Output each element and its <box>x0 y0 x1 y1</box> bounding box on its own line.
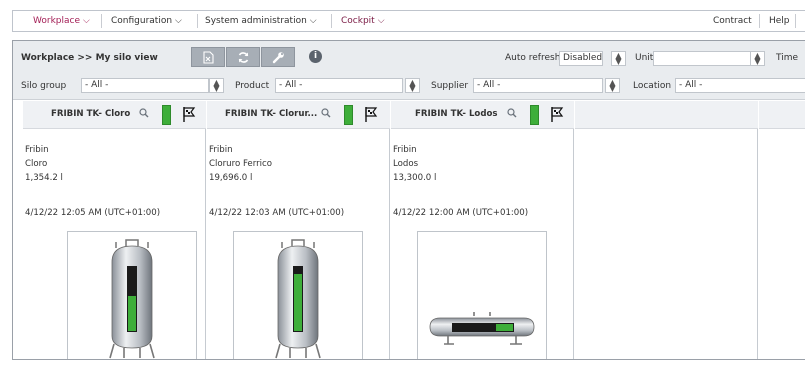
silo-card[interactable]: FRIBIN TK- Clorur... Fribin Cloruro Ferr… <box>207 101 390 359</box>
nav-cockpit[interactable]: Cockpit ⌵ <box>333 11 393 31</box>
supplier-label: Supplier <box>431 81 469 91</box>
horizontal-tank-image <box>429 312 535 345</box>
nav-configuration-label: Configuration <box>111 16 173 26</box>
silo-title: FRIBIN TK- Clorur... <box>225 109 318 119</box>
flag-icon[interactable] <box>181 106 196 123</box>
refresh-icon <box>238 51 248 63</box>
unit-select[interactable] <box>653 51 765 66</box>
settings-wrench-button[interactable] <box>261 47 295 67</box>
silo-timestamp: 4/12/22 12:00 AM (UTC+01:00) <box>393 208 529 218</box>
search-icon[interactable] <box>321 108 331 118</box>
vertical-tank-image <box>109 239 155 359</box>
silo-supplier: Fribin <box>393 145 417 155</box>
silo-card-header <box>575 101 758 129</box>
silo-title: FRIBIN TK- Cloro <box>51 109 131 119</box>
toolbar: Workplace >> My silo view i Auto refresh… <box>13 41 805 100</box>
breadcrumb: Workplace >> My silo view <box>21 53 158 63</box>
silo-timestamp: 4/12/22 12:05 AM (UTC+01:00) <box>25 208 161 218</box>
silo-card-empty <box>759 101 805 359</box>
silo-quantity: 1,354.2 l <box>25 173 63 183</box>
flag-icon[interactable] <box>363 106 378 123</box>
silo-product: Cloruro Ferrico <box>209 159 273 169</box>
silo-card[interactable]: FRIBIN TK- Cloro Fribin Cloro 1,354.2 l … <box>23 101 206 359</box>
chevron-down-icon: ⌵ <box>175 16 182 26</box>
nav-workplace-label: Workplace <box>33 16 81 26</box>
silo-image[interactable] <box>67 231 197 359</box>
silo-supplier: Fribin <box>209 145 233 155</box>
auto-refresh-label: Auto refresh <box>505 53 561 63</box>
location-label: Location <box>633 81 672 91</box>
wrench-icon <box>272 51 284 63</box>
nav-help[interactable]: Help <box>761 11 798 31</box>
nav-configuration[interactable]: Configuration ⌵ <box>103 11 190 31</box>
silo-group-stepper-icon[interactable]: ▲ ▼ <box>209 78 224 93</box>
silo-card-header <box>759 101 805 129</box>
silo-quantity: 13,300.0 l <box>393 173 437 183</box>
vertical-tank-image <box>275 239 321 359</box>
chevron-down-icon: ⌵ <box>377 16 385 26</box>
silo-timestamp: 4/12/22 12:03 AM (UTC+01:00) <box>209 208 345 218</box>
nav-cockpit-label: Cockpit <box>341 16 375 26</box>
nav-divider <box>759 14 760 28</box>
silo-product: Lodos <box>393 159 419 169</box>
chevron-down-icon: ⌵ <box>309 16 317 26</box>
location-select[interactable]: - All - <box>675 78 805 93</box>
export-excel-icon <box>202 50 214 64</box>
chevron-down-icon: ⌵ <box>83 16 90 26</box>
nav-divider <box>795 14 796 28</box>
auto-refresh-select[interactable]: Disabled <box>559 51 603 66</box>
top-nav: Workplace ⌵ Configuration ⌵ System adminis… <box>12 10 805 32</box>
silo-group-label: Silo group <box>21 81 67 91</box>
silo-card-header: FRIBIN TK- Lodos <box>391 101 574 129</box>
unit-stepper-icon[interactable]: ▲ ▼ <box>750 51 765 66</box>
level-indicator <box>344 105 353 125</box>
flag-icon[interactable] <box>549 106 564 123</box>
silo-image[interactable] <box>233 231 363 359</box>
auto-refresh-stepper-icon[interactable]: ▲ ▼ <box>611 51 626 66</box>
refresh-button[interactable] <box>226 47 260 67</box>
product-stepper-icon[interactable]: ▲ ▼ <box>405 78 420 93</box>
product-select[interactable]: - All - <box>275 78 403 93</box>
silo-card-header: FRIBIN TK- Cloro <box>23 101 206 129</box>
silo-quantity: 19,696.0 l <box>209 173 253 183</box>
nav-divider <box>331 14 332 28</box>
level-indicator <box>162 105 171 125</box>
silo-card-header: FRIBIN TK- Clorur... <box>207 101 390 129</box>
level-indicator <box>530 105 539 125</box>
search-icon[interactable] <box>507 108 517 118</box>
export-excel-button[interactable] <box>191 47 225 67</box>
silo-title: FRIBIN TK- Lodos <box>415 109 498 119</box>
supplier-select[interactable]: - All - <box>473 78 603 93</box>
silo-product: Cloro <box>25 159 48 169</box>
supplier-stepper-icon[interactable]: ▲ ▼ <box>605 78 620 93</box>
nav-system-administration-label: System administration <box>205 16 307 26</box>
product-label: Product <box>235 81 270 91</box>
silo-group-select[interactable]: - All - <box>81 78 209 93</box>
nav-workplace[interactable]: Workplace ⌵ <box>25 11 98 31</box>
info-icon[interactable]: i <box>309 50 322 63</box>
nav-contract[interactable]: Contract <box>705 11 760 31</box>
silo-view-panel: Workplace >> My silo view i Auto refresh… <box>12 40 805 360</box>
time-label: Time <box>776 53 799 63</box>
silo-card[interactable]: FRIBIN TK- Lodos Fribin Lodos 13,300.0 l… <box>391 101 574 359</box>
nav-divider <box>101 14 102 28</box>
nav-system-administration[interactable]: System administration ⌵ <box>197 11 325 31</box>
silo-card-empty <box>575 101 758 359</box>
silo-image[interactable] <box>417 231 547 359</box>
unit-label: Unit <box>635 53 654 63</box>
search-icon[interactable] <box>139 108 149 118</box>
silo-supplier: Fribin <box>25 145 49 155</box>
